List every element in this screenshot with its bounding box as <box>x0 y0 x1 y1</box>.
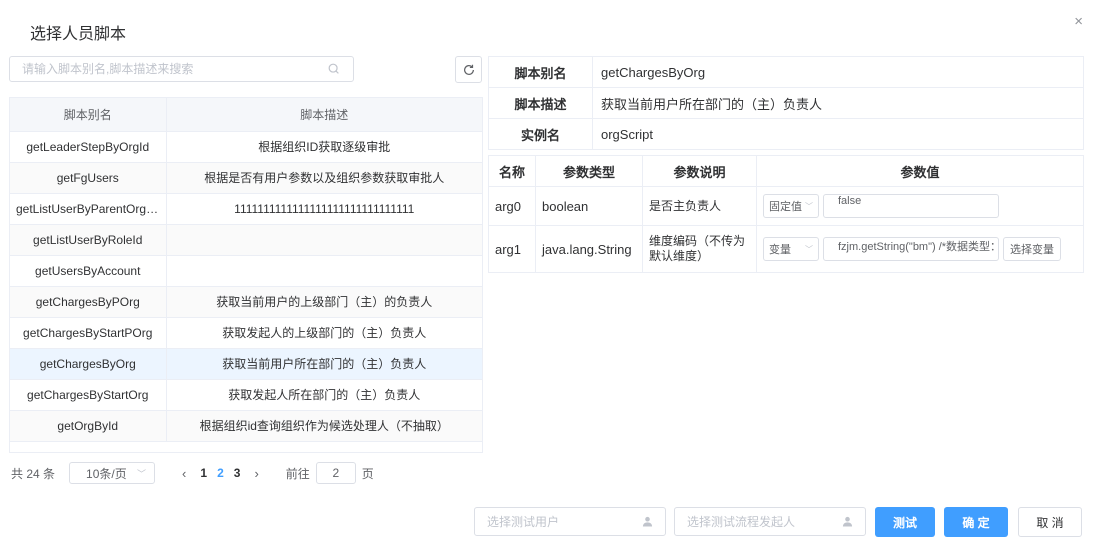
table-row[interactable]: getListUserByRoleId <box>10 224 482 256</box>
info-label-instance: 实例名 <box>488 118 593 150</box>
script-desc-cell[interactable]: 获取当前用户的上级部门（主）的负责人 <box>166 286 482 318</box>
script-alias-cell[interactable]: getListUserByRoleId <box>10 224 167 256</box>
info-row-instance: 实例名 orgScript <box>488 118 1084 150</box>
script-table: 脚本别名 脚本描述 getLeaderStepByOrgId 根据组织ID获取逐级… <box>9 97 483 453</box>
script-desc-cell[interactable]: 根据组织ID获取逐级审批 <box>166 131 482 163</box>
goto-label: 前往 <box>285 466 310 481</box>
next-page-button[interactable]: › <box>254 466 258 481</box>
select-variable-button[interactable]: 选择变量 <box>1003 237 1061 261</box>
param-type: boolean <box>535 186 643 226</box>
param-desc: 维度编码（不传为默认维度） <box>642 225 757 273</box>
goto-page: 前往 页 <box>286 462 374 484</box>
test-starter-input[interactable] <box>687 514 842 529</box>
param-mode-select[interactable]: 变量 ﹀ <box>763 237 819 261</box>
search-box[interactable] <box>9 56 354 82</box>
script-alias-cell[interactable]: getChargesByOrg <box>10 348 167 380</box>
test-user-input[interactable] <box>487 514 642 529</box>
table-row[interactable]: getLeaderStepByOrgId 根据组织ID获取逐级审批 <box>10 131 482 163</box>
table-row[interactable]: getOrgById 根据组织id查询组织作为候选处理人（不抽取） <box>10 410 482 442</box>
param-value-input[interactable]: false <box>823 194 999 218</box>
test-user-field[interactable] <box>474 507 666 536</box>
user-icon <box>642 516 653 527</box>
script-alias-cell[interactable]: getLeaderStepByOrgId <box>10 131 167 163</box>
page-number-3[interactable]: 3 <box>234 466 241 480</box>
param-name: arg0 <box>488 186 536 226</box>
dialog-title: 选择人员脚本 <box>30 26 127 43</box>
table-row[interactable]: getFgUsers 根据是否有用户参数以及组织参数获取审批人 <box>10 162 482 194</box>
script-desc-cell[interactable]: 根据是否有用户参数以及组织参数获取审批人 <box>166 162 482 194</box>
script-desc-cell[interactable]: 获取发起人所在部门的（主）负责人 <box>166 379 482 411</box>
script-info-table: 脚本别名 getChargesByOrg 脚本描述 获取当前用户所在部门的（主）… <box>488 56 1084 150</box>
script-alias-cell[interactable]: getOrgById <box>10 410 167 442</box>
script-alias-cell[interactable]: getListUserByParentOrgR... <box>10 193 167 225</box>
table-row[interactable]: getChargesByStartPOrg 获取发起人的上级部门的（主）负责人 <box>10 317 482 349</box>
page-number-1[interactable]: 1 <box>200 466 207 480</box>
param-row: arg0 boolean 是否主负责人 固定值 ﹀ false <box>488 186 1084 226</box>
table-row[interactable]: getChargesByStartOrg 获取发起人所在部门的（主）负责人 <box>10 379 482 411</box>
info-row-desc: 脚本描述 获取当前用户所在部门的（主）负责人 <box>488 87 1084 119</box>
param-header-value: 参数值 <box>756 155 1084 187</box>
user-icon <box>842 516 853 527</box>
page-size-select[interactable]: 10条/页 ﹀ <box>69 462 156 484</box>
param-desc: 是否主负责人 <box>642 186 757 226</box>
param-type: java.lang.String <box>535 225 643 273</box>
script-desc-cell[interactable] <box>166 255 482 287</box>
page-number-2[interactable]: 2 <box>217 466 224 480</box>
param-table: 名称 参数类型 参数说明 参数值 arg0 boolean 是否主负责人 固定值… <box>488 155 1084 273</box>
column-header-alias[interactable]: 脚本别名 <box>10 98 167 132</box>
search-icon[interactable] <box>327 62 341 76</box>
table-row[interactable]: getChargesByPOrg 获取当前用户的上级部门（主）的负责人 <box>10 286 482 318</box>
chevron-down-icon: ﹀ <box>805 201 813 211</box>
info-value-desc: 获取当前用户所在部门的（主）负责人 <box>592 87 1084 119</box>
table-row-selected[interactable]: getChargesByOrg 获取当前用户所在部门的（主）负责人 <box>10 348 482 380</box>
script-desc-cell[interactable]: 获取当前用户所在部门的（主）负责人 <box>166 348 482 380</box>
goto-suffix: 页 <box>361 466 374 481</box>
cancel-button[interactable]: 取 消 <box>1018 507 1082 537</box>
script-alias-cell[interactable]: getUsersByAccount <box>10 255 167 287</box>
test-starter-field[interactable] <box>674 507 866 536</box>
page-size-value: 10条/页 <box>86 466 127 481</box>
search-input[interactable] <box>22 62 327 76</box>
pagination: 共 24 条 10条/页 ﹀ ‹ 1 2 3 › 前往 页 <box>11 462 374 484</box>
column-header-desc[interactable]: 脚本描述 <box>166 98 482 132</box>
script-alias-cell[interactable]: getChargesByPOrg <box>10 286 167 318</box>
info-label-desc: 脚本描述 <box>488 87 593 119</box>
param-mode-value: 固定值 <box>769 201 802 213</box>
param-value-input[interactable]: fzjm.getString("bm") /*数据类型： <box>823 237 999 261</box>
confirm-button[interactable]: 确 定 <box>944 507 1008 537</box>
info-row-alias: 脚本别名 getChargesByOrg <box>488 56 1084 88</box>
param-header-row: 名称 参数类型 参数说明 参数值 <box>488 155 1084 187</box>
param-mode-select[interactable]: 固定值 ﹀ <box>763 194 819 218</box>
info-value-alias: getChargesByOrg <box>592 56 1084 88</box>
script-desc-cell[interactable] <box>166 224 482 256</box>
table-header-row: 脚本别名 脚本描述 <box>10 98 482 132</box>
info-label-alias: 脚本别名 <box>488 56 593 88</box>
param-header-type: 参数类型 <box>535 155 643 187</box>
table-row[interactable]: getUsersByAccount <box>10 255 482 287</box>
refresh-icon <box>463 64 474 75</box>
prev-page-button[interactable]: ‹ <box>182 466 186 481</box>
script-desc-cell[interactable]: 1111111111111111111111111111111 <box>166 193 482 225</box>
test-button[interactable]: 测试 <box>875 507 935 537</box>
script-desc-cell[interactable]: 根据组织id查询组织作为候选处理人（不抽取） <box>166 410 482 442</box>
table-row[interactable]: getListUserByParentOrgR... 11111111111111… <box>10 193 482 225</box>
chevron-down-icon: ﹀ <box>805 244 813 254</box>
close-icon[interactable]: × <box>1074 14 1083 30</box>
info-value-instance: orgScript <box>592 118 1084 150</box>
goto-page-input[interactable] <box>315 462 356 484</box>
param-row: arg1 java.lang.String 维度编码（不传为默认维度） 变量 ﹀… <box>488 225 1084 273</box>
refresh-button[interactable] <box>455 56 482 83</box>
param-header-desc: 参数说明 <box>642 155 757 187</box>
param-value-cell: 变量 ﹀ fzjm.getString("bm") /*数据类型： 选择变量 <box>756 225 1084 273</box>
param-name: arg1 <box>488 225 536 273</box>
script-alias-cell[interactable]: getChargesByStartPOrg <box>10 317 167 349</box>
param-mode-value: 变量 <box>769 244 791 256</box>
chevron-down-icon: ﹀ <box>137 468 147 479</box>
script-alias-cell[interactable]: getFgUsers <box>10 162 167 194</box>
param-value-cell: 固定值 ﹀ false <box>756 186 1084 226</box>
script-alias-cell[interactable]: getChargesByStartOrg <box>10 379 167 411</box>
script-desc-cell[interactable]: 获取发起人的上级部门的（主）负责人 <box>166 317 482 349</box>
pagination-total: 共 24 条 <box>11 466 56 481</box>
param-header-name: 名称 <box>488 155 536 187</box>
